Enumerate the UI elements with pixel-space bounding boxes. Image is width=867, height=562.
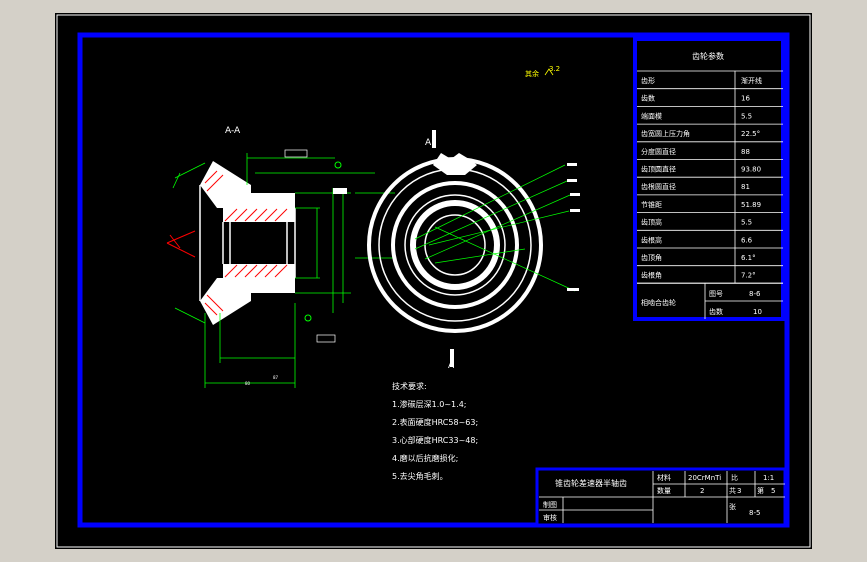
material-label: 材料 [657,473,671,482]
qty-label: 数量 [657,486,671,495]
param-name: 端面模 [641,111,662,120]
cut-mark-top: A [425,138,432,148]
section-label: A-A [225,126,241,136]
tech-note-4: 4.磨以后抗磨损化; [392,453,458,463]
param-name: 节锥距 [641,200,662,209]
draw-label: 制图 [543,500,557,509]
sheet-no: 5 [771,487,775,495]
param-name: 齿顶圆直径 [641,165,676,174]
param-name: 齿根角 [641,271,662,280]
tech-note-5: 5.去尖角毛刺。 [392,471,448,481]
param-value: 6.6 [741,236,753,244]
gear-section-lower [200,278,295,325]
param-value: 渐开线 [741,76,762,85]
param-value: 22.5° [741,130,760,138]
tech-note-2: 2.表面硬度HRC58~63; [392,417,478,427]
param-name: 齿宽圆上压力角 [641,129,690,138]
mating-code-label: 图号 [709,290,723,298]
param-name: 齿根圆直径 [641,182,676,191]
surface-finish-label: 其余 [525,69,539,78]
param-name: 齿形 [641,77,655,85]
tech-note-3: 3.心部硬度HRC33~48; [392,435,478,445]
drawing-no: 8-5 [749,509,760,517]
sheet-total: 3 [737,487,741,495]
param-value: 16 [741,95,750,103]
gear-params-table: 齿轮参数 齿形 渐开线齿数 16 端面模 5.5 齿宽圆上压力角 22.5° 分度圆直径 88 齿… [633,37,785,321]
scale-label: 比 [731,473,738,482]
param-value: 7.2° [741,272,756,280]
review-label: 审核 [543,513,557,522]
param-value: 5.5 [741,219,752,227]
param-value: 93.80 [741,166,761,174]
tech-note-1: 1.渗碳层深1.0~1.4; [392,399,466,409]
mating-teeth-value: 10 [753,308,762,316]
param-name: 齿顶高 [641,218,662,227]
param-value: 51.89 [741,201,761,209]
param-name: 分度圆直径 [641,147,676,156]
front-view: A A [367,130,580,371]
mating-gear-label: 相啮合齿轮 [641,298,676,307]
tech-notes: 技术要求: 1.渗碳层深1.0~1.4; 2.表面硬度HRC58~63; 3.心… [392,381,478,481]
mating-teeth-label: 齿数 [709,307,723,316]
param-value: 81 [741,183,750,191]
param-name: 齿顶角 [641,253,662,262]
scale-value: 1:1 [763,474,774,482]
drawing-viewport[interactable]: A-A 87 80 A 其余 3.2 技术要求: 1.渗碳层深1.0~1.4; … [55,13,812,549]
params-title: 齿轮参数 [692,51,724,61]
svg-text:87: 87 [273,375,279,380]
title-block: 锥齿轮差速器半轴齿 材料 20CrMnTi 比 1:1 数量 2 共 3 第 5… [535,467,787,527]
tech-notes-title: 技术要求: [392,381,427,391]
sheet-no-label: 第 [757,486,764,495]
mating-code-value: 8-6 [749,290,761,298]
svg-text:80: 80 [245,381,251,386]
section-view: A-A 87 80 [166,126,395,388]
param-value: 5.5 [741,112,752,120]
param-name: 齿根高 [641,235,662,244]
param-value: 6.1° [741,254,756,262]
gear-section-upper [200,161,295,208]
sheet-label: 共 [729,486,736,495]
part-name: 锥齿轮差速器半轴齿 [555,478,627,488]
material-value: 20CrMnTi [688,474,721,482]
param-name: 齿数 [641,94,655,103]
param-value: 88 [741,148,750,156]
cad-drawing: A-A 87 80 A 其余 3.2 技术要求: 1.渗碳层深1.0~1.4; … [56,14,811,548]
drawing-no-label: 张 [729,502,736,511]
qty-value: 2 [700,487,704,495]
